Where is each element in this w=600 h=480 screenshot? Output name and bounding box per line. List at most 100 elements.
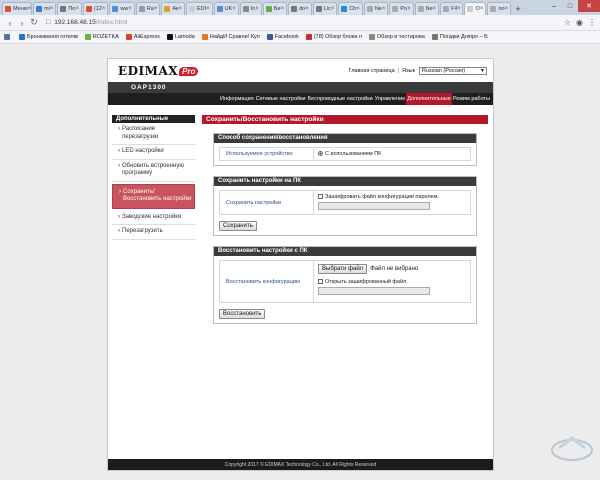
tab-close-icon[interactable]: × bbox=[128, 6, 132, 12]
browser-tab[interactable]: UK × bbox=[213, 2, 239, 15]
restore-button[interactable]: Восстановить bbox=[219, 309, 266, 319]
browser-tab[interactable]: Ne × bbox=[414, 2, 440, 15]
apps-icon[interactable] bbox=[4, 34, 12, 40]
save-button[interactable]: Сохранить bbox=[219, 221, 257, 231]
page-info-icon[interactable]: □ bbox=[46, 19, 50, 26]
tab-close-icon[interactable]: × bbox=[75, 6, 79, 12]
menu-item[interactable]: Сетевые настройки bbox=[255, 93, 307, 105]
tab-close-icon[interactable]: × bbox=[178, 6, 182, 12]
browser-tab[interactable]: (12 × bbox=[82, 2, 109, 15]
sidebar-item[interactable]: › Расписание перезагрузки bbox=[112, 123, 195, 145]
browser-tab[interactable]: Меню × bbox=[2, 2, 32, 15]
tab-close-icon[interactable]: × bbox=[281, 6, 285, 12]
menu-item[interactable]: Дополнительные bbox=[406, 93, 452, 105]
reload-icon[interactable]: ↻ bbox=[28, 17, 40, 28]
tab-close-icon[interactable]: × bbox=[28, 6, 31, 12]
browser-tab[interactable]: Ra × bbox=[135, 2, 161, 15]
decrypt-checkbox[interactable] bbox=[318, 279, 323, 285]
bookmark-item[interactable]: Facebook bbox=[266, 34, 299, 40]
browser-tab[interactable]: mi × bbox=[33, 2, 57, 15]
tab-close-icon[interactable]: × bbox=[305, 6, 309, 12]
browser-tab[interactable]: Ne × bbox=[363, 2, 389, 15]
language-select[interactable]: Russian (Россия) ▼ bbox=[419, 67, 487, 75]
tab-close-icon[interactable]: × bbox=[382, 6, 386, 12]
tab-close-icon[interactable]: × bbox=[102, 6, 106, 12]
sidebar-item[interactable]: › Сохранить/ Восстановить настройки bbox=[112, 183, 195, 209]
browser-tab[interactable]: EDI × bbox=[185, 2, 213, 15]
tab-close-icon[interactable]: × bbox=[232, 6, 236, 12]
tab-favicon-icon bbox=[366, 6, 373, 12]
bookmark-item[interactable]: Lamoda bbox=[166, 34, 195, 40]
tab-favicon-icon bbox=[60, 6, 67, 12]
tab-close-icon[interactable]: × bbox=[457, 6, 461, 12]
menu-icon[interactable]: ⋮ bbox=[588, 18, 596, 27]
sidebar-item[interactable]: › Обновить встроенную программу bbox=[112, 160, 195, 182]
restore-actions: Восстановить bbox=[219, 309, 471, 319]
menu-item[interactable]: Беспроводные настройки bbox=[307, 93, 374, 105]
menu-item[interactable]: Управление bbox=[374, 93, 407, 105]
tab-favicon-icon bbox=[188, 6, 195, 12]
bookmark-item[interactable]: Поїздки Дніпро – Б bbox=[431, 34, 488, 40]
save-row: Сохранить настройки Зашифровать файл кон… bbox=[219, 190, 471, 215]
bookmark-item[interactable]: Обзор и тестирова bbox=[368, 34, 425, 40]
minimize-icon[interactable]: – bbox=[546, 0, 562, 12]
pc-radio[interactable] bbox=[318, 151, 323, 157]
tab-close-icon[interactable]: × bbox=[154, 6, 158, 12]
bookmark-item[interactable]: Бронювання готелів bbox=[19, 34, 78, 40]
tab-label: Po bbox=[400, 6, 408, 12]
bookmark-item[interactable]: ROZETKA bbox=[84, 34, 119, 40]
chevron-right-icon: › bbox=[119, 188, 121, 195]
tab-close-icon[interactable]: × bbox=[480, 6, 484, 12]
sidebar-item[interactable]: › Перезагрузить bbox=[112, 225, 195, 240]
browser-tab[interactable]: do × bbox=[288, 2, 312, 15]
restore-options: Выбрати файл Файл не вибрано Открыть заши… bbox=[314, 261, 470, 302]
forward-icon[interactable]: › bbox=[16, 18, 28, 28]
browser-tab[interactable]: no × bbox=[487, 2, 512, 15]
extension-icon[interactable]: ◉ bbox=[576, 18, 583, 27]
browser-tab[interactable]: ww × bbox=[109, 2, 135, 15]
save-section-title: Сохранить настройки на ПК bbox=[214, 177, 476, 186]
maximize-icon[interactable]: □ bbox=[562, 0, 578, 12]
browser-tab[interactable]: Ch × bbox=[338, 2, 363, 15]
browser-tab[interactable]: Ак × bbox=[161, 2, 185, 15]
back-icon[interactable]: ‹ bbox=[4, 18, 16, 28]
language-link[interactable]: Язык bbox=[402, 68, 415, 74]
tab-close-icon[interactable]: × bbox=[50, 6, 54, 12]
sidebar-item[interactable]: › Заводские настройки bbox=[112, 211, 195, 225]
sidebar-list: › Расписание перезагрузки › LED настройки › О… bbox=[112, 123, 195, 240]
menu-item[interactable]: Информация bbox=[219, 93, 255, 105]
decrypt-password-input[interactable] bbox=[318, 287, 430, 295]
sidebar-item[interactable]: › LED настройки bbox=[112, 145, 195, 160]
encrypt-checkbox[interactable] bbox=[318, 194, 323, 200]
tab-close-icon[interactable]: × bbox=[331, 6, 335, 12]
choose-file-button[interactable]: Выбрати файл bbox=[318, 264, 368, 274]
tab-label: Ne bbox=[425, 6, 433, 12]
tab-label: Меню bbox=[13, 6, 28, 12]
bookmark-item[interactable]: AliExpress bbox=[125, 34, 160, 40]
tab-close-icon[interactable]: × bbox=[433, 6, 437, 12]
tab-favicon-icon bbox=[36, 6, 42, 12]
address-bar[interactable]: □ 192.168.48.15/index.html bbox=[46, 17, 564, 28]
browser-tab[interactable]: По × bbox=[57, 2, 82, 15]
bookmark-item[interactable]: (78) Обзор блока п bbox=[305, 34, 362, 40]
browser-tab[interactable]: Lic × bbox=[312, 2, 338, 15]
browser-tab[interactable]: O × bbox=[464, 2, 487, 15]
bookmark-item[interactable]: НайдИ Сравни! Куп bbox=[201, 34, 260, 40]
bookmark-favicon-icon bbox=[368, 34, 375, 40]
tab-close-icon[interactable]: × bbox=[407, 6, 411, 12]
browser-tab[interactable]: Po × bbox=[389, 2, 414, 15]
tab-close-icon[interactable]: × bbox=[255, 6, 259, 12]
bookmark-label: Бронювання готелів bbox=[27, 34, 78, 40]
tab-close-icon[interactable]: × bbox=[356, 6, 360, 12]
browser-tab[interactable]: In × bbox=[239, 2, 262, 15]
browser-tab[interactable]: Fil × bbox=[440, 2, 464, 15]
new-tab-button[interactable]: + bbox=[512, 2, 524, 15]
close-window-icon[interactable]: ✕ bbox=[578, 0, 600, 12]
home-link[interactable]: Главная страница bbox=[349, 68, 395, 74]
menu-item[interactable]: Режим работы bbox=[452, 93, 491, 105]
tab-close-icon[interactable]: × bbox=[505, 6, 509, 12]
bookmark-star-icon[interactable]: ☆ bbox=[564, 18, 571, 27]
browser-tab[interactable]: Бе × bbox=[262, 2, 288, 15]
encrypt-password-input[interactable] bbox=[318, 202, 430, 210]
tab-close-icon[interactable]: × bbox=[206, 6, 210, 12]
